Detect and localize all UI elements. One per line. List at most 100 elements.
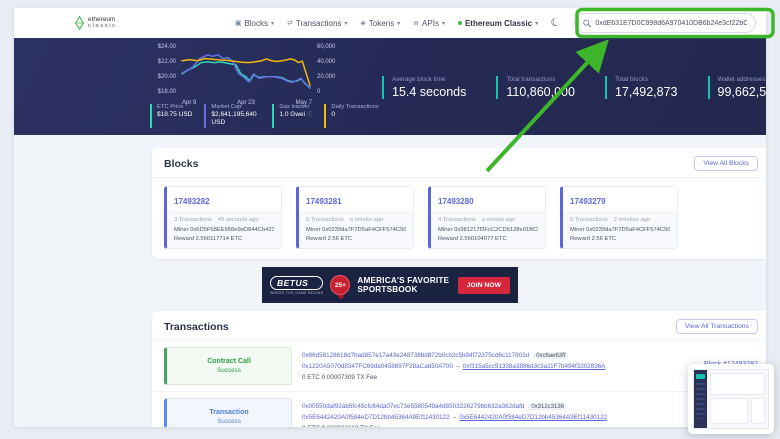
stat-total-transactions: Total transactions 110,860,000 xyxy=(496,76,575,99)
etc-diamond-icon xyxy=(75,16,84,30)
y-tick: 60,000 xyxy=(317,44,335,50)
blocks-icon: ▣ xyxy=(235,19,242,27)
chart-y-axis-right: 60,000 40,000 20,000 0 xyxy=(312,43,346,95)
tx-hash-link[interactable]: 0x86d58128618d7bad857e17a43e248738bd872b… xyxy=(302,352,529,359)
nav-item-tokens[interactable]: ◈ Tokens ▾ xyxy=(360,19,400,28)
to-address-link[interactable]: 0x5E6442420A0f584eD7D12bb45364A9Ef114301… xyxy=(459,414,607,421)
block-tile: 17493279 0 Transactions2 minutes ago Min… xyxy=(560,186,678,249)
network-stats: Average block time 15.4 seconds Total tr… xyxy=(382,76,766,99)
method-tag: 0xc6ae63ff xyxy=(533,353,568,359)
nav-label: Blocks xyxy=(244,19,268,28)
block-reward: Reward 2.560117714 ETC xyxy=(174,235,274,244)
page-body: Blocks View All Blocks 17493282 3 Transa… xyxy=(14,135,766,427)
method-tag: 0x312c3136 xyxy=(528,404,567,410)
block-number-link[interactable]: 17493280 xyxy=(438,197,474,206)
transaction-row: Contract Call Success 0x86d58128618d7bad… xyxy=(152,341,766,391)
block-miner[interactable]: Miner 0x0239da7F7D5aF4CFF574C507bb... xyxy=(306,226,406,235)
search-box xyxy=(574,13,756,33)
chevron-down-icon: ▾ xyxy=(271,20,274,27)
tokens-icon: ◈ xyxy=(360,19,365,27)
screen-preview-thumbnail xyxy=(688,364,774,434)
join-now-button[interactable]: JOIN NOW xyxy=(458,277,510,294)
legend-daily-transactions: Daily Transactions 0 xyxy=(324,104,378,128)
nav-item-blocks[interactable]: ▣ Blocks ▾ xyxy=(235,19,274,28)
legend-etc-price: ETC Price $18.75 USD xyxy=(150,104,192,128)
tx-hash-link[interactable]: 0x00550daf92ab5fc45cfc64da07ec73e5580549… xyxy=(302,403,524,410)
apis-icon: ≣ xyxy=(413,19,419,27)
transactions-icon: ⇄ xyxy=(287,19,293,27)
chart-legend: ETC Price $18.75 USD Market Cap $2,641,1… xyxy=(150,104,379,128)
from-address-link[interactable]: 0x1220A5070d8347FC69da0458897F28aCab50A7… xyxy=(302,363,453,370)
block-reward: Reward 2.560104077 ETC xyxy=(438,235,538,244)
chevron-down-icon: ▾ xyxy=(442,20,445,27)
nav-label: Transactions xyxy=(296,19,342,28)
price-chart-plot xyxy=(180,43,312,95)
block-number-link[interactable]: 17493281 xyxy=(306,197,342,206)
block-number-link[interactable]: 17493279 xyxy=(570,197,606,206)
legend-gas-tracker: Gas tracker 1.0 Gwei ⓘ xyxy=(272,104,312,128)
dark-mode-toggle-moon-icon[interactable]: ☾ xyxy=(550,16,563,30)
y-tick: $24.00 xyxy=(158,44,176,50)
search-icon xyxy=(583,19,591,28)
stat-average-block-time: Average block time 15.4 seconds xyxy=(382,76,466,99)
price-chart: $24.00 $22.00 $20.00 $18.00 Apr 9 Apr 23… xyxy=(150,43,346,109)
tx-type-badge: Transaction Success xyxy=(164,398,292,427)
from-address-link[interactable]: 0x5E6442420A0f584eD7D12bb45364A9Ef114301… xyxy=(302,414,450,421)
chart-y-axis-left: $24.00 $22.00 $20.00 $18.00 xyxy=(150,43,180,95)
hero-section: $24.00 $22.00 $20.00 $18.00 Apr 9 Apr 23… xyxy=(14,38,766,135)
network-selector[interactable]: Ethereum Classic ▾ xyxy=(458,19,538,28)
block-reward: Reward 2.56 ETC xyxy=(570,235,670,244)
nav-label: APIs xyxy=(422,19,439,28)
transaction-row: Transaction Success 0x00550daf92ab5fc45c… xyxy=(152,391,766,427)
block-tile: 17493281 0 Transactionsa minute ago Mine… xyxy=(296,186,414,249)
y-tick: $20.00 xyxy=(158,74,176,80)
block-number-link[interactable]: 17493282 xyxy=(174,197,210,206)
nav-label: Tokens xyxy=(369,19,394,28)
tx-value-fee: 0 ETC 0.00007309 TX Fee xyxy=(302,372,636,383)
transactions-card: Transactions View All Transactions Contr… xyxy=(152,311,766,427)
chevron-down-icon: ▾ xyxy=(344,20,347,27)
to-address-link[interactable]: 0xf315a5cc91338a3886d3c3a11F7b494f330283… xyxy=(463,363,606,370)
chevron-down-icon: ▾ xyxy=(397,20,400,27)
view-all-transactions-button[interactable]: View All Transactions xyxy=(676,319,758,334)
chevron-down-icon: ▾ xyxy=(535,20,538,27)
tx-value-fee: 0 ETC 0.000022312 TX Fee xyxy=(302,423,636,427)
blocks-title: Blocks xyxy=(164,158,198,170)
view-all-blocks-button[interactable]: View All Blocks xyxy=(694,156,758,171)
stat-total-blocks: Total blocks 17,492,873 xyxy=(605,76,678,99)
arrow-separator: → xyxy=(455,363,461,370)
block-miner[interactable]: Miner 0x981217f3FcC2CD5128e01BCFFa... xyxy=(438,226,538,235)
transactions-title: Transactions xyxy=(164,321,229,333)
block-tile: 17493280 4 Transactionsa minute ago Mine… xyxy=(428,186,546,249)
nav-item-transactions[interactable]: ⇄ Transactions ▾ xyxy=(287,19,347,28)
block-miner[interactable]: Miner 0x0239da7F7D5aF4CFF574C507bb... xyxy=(570,226,670,235)
block-miner[interactable]: Miner 0x6D5F58EE658e9eD844Cb42337... xyxy=(174,226,274,235)
stat-wallet-addresses: Wallet addresses 99,662,544 xyxy=(708,76,766,99)
thumbnail-content xyxy=(707,370,768,428)
y-tick: $22.00 xyxy=(158,59,176,65)
network-status-dot xyxy=(458,21,462,25)
y-tick: $18.00 xyxy=(158,89,176,95)
arrow-separator: → xyxy=(451,414,457,421)
ethereum-classic-logo[interactable]: ethereum classic xyxy=(75,16,117,30)
ad-headline: AMERICA'S FAVORITE SPORTSBOOK xyxy=(357,276,449,295)
age-25plus-badge: 25+ xyxy=(330,275,350,295)
ad-banner[interactable]: BETUS WHERE THE GAME BEGINS 25+ AMERICA'… xyxy=(262,267,518,303)
block-reward: Reward 2.56 ETC xyxy=(306,235,406,244)
explorer-page: ethereum classic ▣ Blocks ▾ ⇄ Transactio… xyxy=(14,8,766,427)
thumbnail-sidebar xyxy=(694,370,707,428)
y-tick: 0 xyxy=(317,89,320,95)
tx-type-badge: Contract Call Success xyxy=(164,347,292,385)
blocks-card: Blocks View All Blocks 17493282 3 Transa… xyxy=(152,148,766,259)
nav-item-apis[interactable]: ≣ APIs ▾ xyxy=(413,19,445,28)
block-tile: 17493282 3 Transactions49 seconds ago Mi… xyxy=(164,186,282,249)
network-name: Ethereum Classic xyxy=(465,19,532,28)
logo-text: ethereum classic xyxy=(88,16,117,30)
legend-market-cap: Market Cap $2,641,195,640 USD xyxy=(204,104,260,128)
betus-logo: BETUS WHERE THE GAME BEGINS xyxy=(270,276,323,295)
search-input[interactable] xyxy=(595,20,747,27)
y-tick: 20,000 xyxy=(317,74,335,80)
info-icon[interactable]: ⓘ xyxy=(307,112,313,118)
top-nav: ethereum classic ▣ Blocks ▾ ⇄ Transactio… xyxy=(14,8,766,38)
y-tick: 40,000 xyxy=(317,59,335,65)
